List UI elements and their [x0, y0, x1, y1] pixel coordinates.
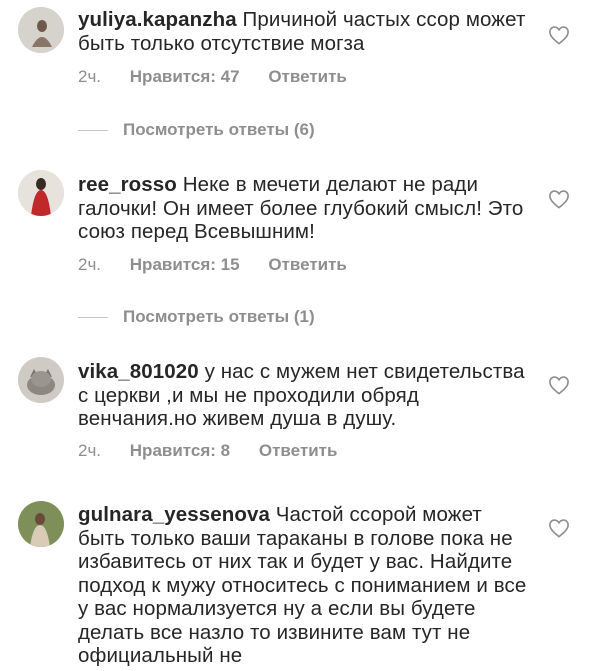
- comment-username[interactable]: yuliya.kapanzha: [78, 8, 237, 31]
- view-replies-label: Посмотреть ответы (6): [123, 120, 315, 139]
- like-button[interactable]: [548, 518, 570, 538]
- comment-likes[interactable]: Нравится: 8: [130, 441, 230, 461]
- like-button[interactable]: [548, 189, 570, 209]
- reply-button[interactable]: Ответить: [268, 255, 347, 275]
- like-button[interactable]: [548, 375, 570, 395]
- comment-username[interactable]: ree_rosso: [78, 173, 177, 196]
- avatar[interactable]: [18, 170, 64, 216]
- avatar-image: [18, 501, 64, 547]
- comment-time: 2ч.: [78, 255, 102, 274]
- avatar[interactable]: [18, 501, 64, 547]
- comment-text: ree_rosso Неке в мечети делают не ради г…: [78, 173, 528, 244]
- reply-button[interactable]: Ответить: [259, 441, 338, 461]
- reply-button[interactable]: Ответить: [268, 67, 347, 87]
- view-replies-button[interactable]: Посмотреть ответы (1): [78, 307, 315, 327]
- heart-outline-icon: [549, 376, 569, 395]
- avatar-image: [18, 7, 64, 53]
- view-replies-label: Посмотреть ответы (1): [123, 307, 315, 326]
- comment-time: 2ч.: [78, 67, 102, 86]
- like-button[interactable]: [548, 25, 570, 45]
- comment-meta: 2ч. Нравится: 8 Ответить: [78, 441, 337, 461]
- avatar[interactable]: [18, 7, 64, 53]
- avatar[interactable]: [18, 357, 64, 403]
- comment-likes[interactable]: Нравится: 47: [130, 67, 240, 87]
- comment-likes[interactable]: Нравится: 15: [130, 255, 240, 275]
- comment-text: vika_801020 у нас с мужем нет свидетельс…: [78, 360, 528, 431]
- replies-divider: [78, 130, 108, 132]
- view-replies-button[interactable]: Посмотреть ответы (6): [78, 120, 315, 140]
- heart-outline-icon: [549, 190, 569, 209]
- replies-divider: [78, 317, 108, 319]
- comment-body: Частой ссорой может быть только ваши тар…: [78, 503, 527, 667]
- comment-text: gulnara_yessenova Частой ссорой может бы…: [78, 503, 528, 671]
- avatar-image: [18, 357, 64, 403]
- heart-outline-icon: [549, 26, 569, 45]
- comment-username[interactable]: vika_801020: [78, 360, 199, 383]
- comment-username[interactable]: gulnara_yessenova: [78, 503, 270, 526]
- comment-time: 2ч.: [78, 441, 102, 460]
- avatar-image: [18, 170, 64, 216]
- comment-meta: 2ч. Нравится: 47 Ответить: [78, 67, 347, 87]
- comment-text: yuliya.kapanzha Причиной частых ссор мож…: [78, 8, 528, 55]
- heart-outline-icon: [549, 519, 569, 538]
- comment-meta: 2ч. Нравится: 15 Ответить: [78, 255, 347, 275]
